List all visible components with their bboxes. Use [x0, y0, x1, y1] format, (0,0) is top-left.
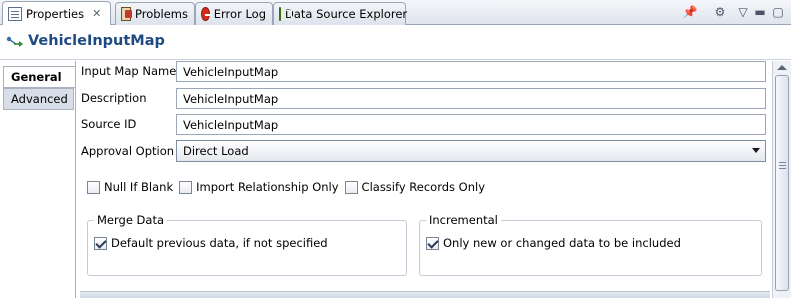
tab-general-label: General — [11, 70, 62, 84]
general-form: Input Map Name VehicleInputMap Descripti… — [75, 61, 772, 298]
classify-records-only-checkbox[interactable]: Classify Records Only — [344, 180, 486, 194]
checkbox-box[interactable] — [179, 180, 193, 194]
source-id-field[interactable]: VehicleInputMap — [176, 114, 766, 135]
tab-error-log-label: Error Log — [213, 7, 266, 21]
input-map-icon — [6, 36, 23, 47]
tab-properties-label: Properties — [26, 6, 85, 21]
approval-option-select[interactable]: Direct Load — [176, 140, 766, 162]
tab-data-source-explorer[interactable]: Data Source Explorer — [273, 2, 408, 25]
grip-icon — [779, 162, 786, 163]
tab-data-source-explorer-label: Data Source Explorer — [285, 7, 408, 21]
view-menu-icon[interactable]: ▽ — [735, 4, 751, 20]
description-field[interactable]: VehicleInputMap — [176, 88, 766, 109]
close-icon[interactable]: ✕ — [92, 7, 101, 20]
problems-icon — [121, 7, 132, 21]
checkbox-box[interactable] — [426, 236, 439, 250]
minimize-icon[interactable]: ▬ — [752, 4, 768, 20]
input-map-name-value: VehicleInputMap — [183, 64, 279, 79]
tab-general[interactable]: General — [3, 66, 76, 88]
properties-icon — [8, 6, 22, 21]
tab-problems[interactable]: Problems — [115, 2, 195, 25]
import-relationship-only-checkbox[interactable]: Import Relationship Only — [179, 180, 339, 194]
input-map-name-label: Input Map Name — [81, 64, 177, 78]
source-id-label: Source ID — [81, 117, 137, 131]
classify-records-only-label: Classify Records Only — [361, 180, 486, 194]
scrollbar-thumb[interactable] — [775, 75, 789, 291]
checkbox-box[interactable] — [344, 180, 358, 194]
only-new-or-changed-label: Only new or changed data to be included — [443, 236, 681, 250]
tab-problems-label: Problems — [134, 7, 188, 21]
vertical-scrollbar[interactable] — [772, 61, 791, 298]
incremental-title: Incremental — [426, 213, 501, 227]
default-previous-data-label: Default previous data, if not specified — [111, 236, 328, 250]
approval-option-label: Approval Option — [81, 144, 175, 158]
null-if-blank-checkbox[interactable]: Null If Blank — [87, 180, 173, 194]
tab-error-log[interactable]: Error Log — [195, 2, 273, 25]
data-source-explorer-icon — [279, 7, 292, 21]
sync-icon[interactable]: ⚙ — [712, 4, 728, 20]
merge-data-title: Merge Data — [94, 213, 168, 227]
description-label: Description — [81, 91, 147, 105]
tab-properties[interactable]: Properties ✕ — [2, 1, 111, 25]
default-previous-data-checkbox[interactable]: Default previous data, if not specified — [94, 236, 328, 250]
page-title: VehicleInputMap — [28, 33, 165, 49]
import-options: Null If Blank Import Relationship Only C… — [87, 180, 491, 194]
maximize-icon[interactable]: ▢ — [770, 4, 786, 20]
view-tab-bar: Properties ✕ Problems Error Log Data Sou… — [0, 0, 791, 25]
incremental-group: Incremental Only new or changed data to … — [419, 213, 762, 276]
description-value: VehicleInputMap — [183, 91, 279, 106]
approval-option-value: Direct Load — [183, 144, 249, 158]
only-new-or-changed-checkbox[interactable]: Only new or changed data to be included — [426, 236, 681, 250]
source-id-value: VehicleInputMap — [183, 117, 279, 132]
tab-advanced-label: Advanced — [11, 92, 68, 106]
error-log-icon — [201, 7, 211, 21]
input-map-name-field[interactable]: VehicleInputMap — [176, 61, 766, 82]
section-tabs: General Advanced — [0, 61, 76, 298]
null-if-blank-label: Null If Blank — [104, 180, 174, 194]
merge-data-group: Merge Data Default previous data, if not… — [87, 213, 407, 276]
checkbox-box[interactable] — [94, 236, 107, 250]
properties-header: VehicleInputMap — [0, 26, 791, 60]
import-relationship-only-label: Import Relationship Only — [196, 180, 339, 194]
collapsed-section-bar[interactable] — [80, 291, 770, 298]
scroll-up-icon[interactable] — [777, 65, 787, 70]
chevron-down-icon — [752, 148, 760, 153]
tab-advanced[interactable]: Advanced — [3, 88, 74, 110]
checkbox-box[interactable] — [87, 180, 100, 194]
pin-icon[interactable]: 📌 — [682, 4, 698, 20]
